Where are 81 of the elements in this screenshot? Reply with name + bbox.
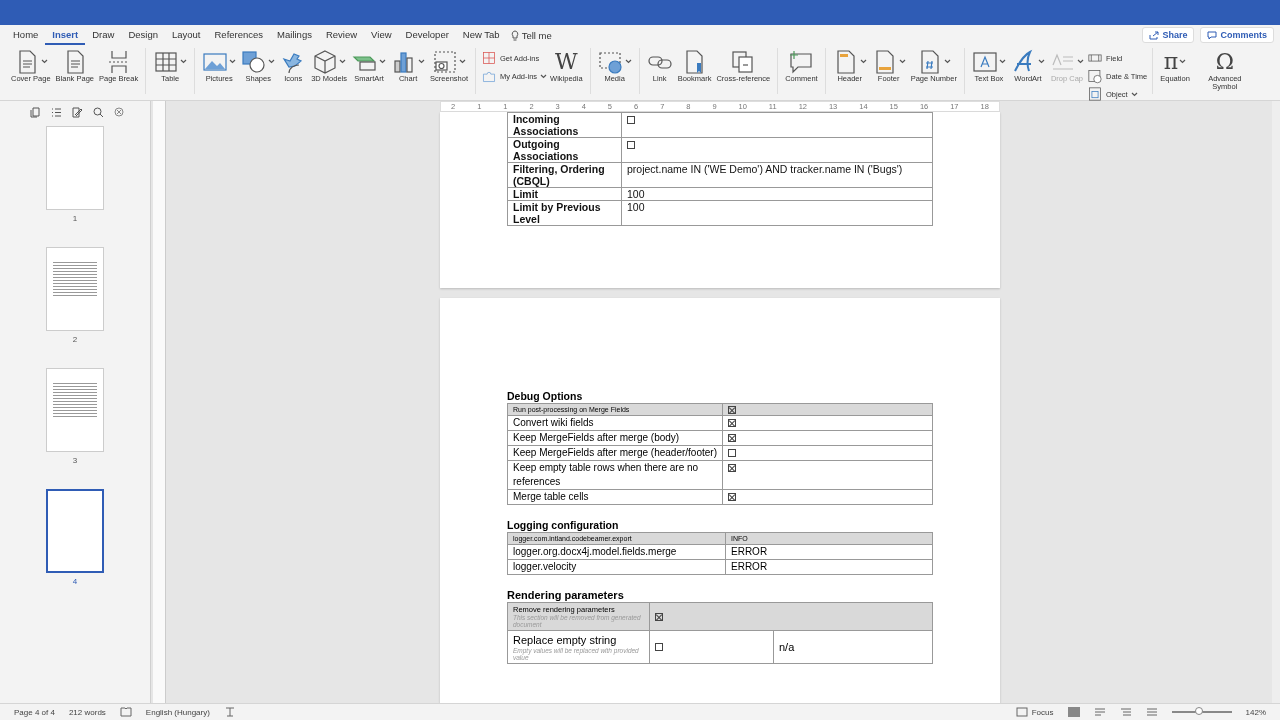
- symbol-glyph: Ω: [1215, 48, 1234, 75]
- table-cell: Limit by Previous Level: [507, 200, 622, 226]
- symbol-glyph: π: [1163, 48, 1179, 75]
- page-number: 1: [72, 214, 78, 223]
- zoom-percent[interactable]: 142%: [1245, 707, 1266, 717]
- comment-icon: [788, 48, 815, 75]
- checkbox[interactable]: [728, 449, 736, 458]
- page-thumbnail[interactable]: [46, 489, 104, 573]
- zoom-slider-thumb[interactable]: [1194, 707, 1203, 715]
- checkbox[interactable]: [655, 613, 663, 622]
- page-number: 2: [72, 335, 78, 344]
- checkbox[interactable]: [728, 406, 736, 415]
- ribbon-tab[interactable]: Review: [318, 25, 365, 45]
- share-button[interactable]: Share: [1142, 27, 1195, 43]
- ribbon-tab[interactable]: New Tab: [455, 25, 507, 45]
- checkbox[interactable]: [728, 464, 736, 473]
- ribbon-tab[interactable]: View: [364, 25, 399, 45]
- ribbon-tab[interactable]: Design: [121, 25, 165, 45]
- checkbox[interactable]: [728, 434, 736, 443]
- outline-icon[interactable]: [51, 107, 62, 118]
- checkbox[interactable]: [655, 643, 663, 652]
- table-cell: Incoming Associations: [507, 112, 622, 138]
- ribbon-tab[interactable]: Developer: [398, 25, 456, 45]
- thumbnails-icon[interactable]: [30, 107, 41, 118]
- language[interactable]: English (Hungary): [145, 707, 210, 717]
- calendar-clock-icon: [1086, 68, 1103, 84]
- section-heading: Logging configuration: [507, 519, 620, 531]
- draft-view-icon[interactable]: [1145, 707, 1158, 717]
- section-heading: Debug Options: [507, 390, 584, 402]
- page-number: 4: [72, 577, 78, 586]
- checkbox[interactable]: [627, 116, 635, 125]
- ribbon-tab[interactable]: Mailings: [270, 25, 319, 45]
- share-icon: [1149, 30, 1160, 40]
- focus-icon[interactable]: [1015, 707, 1028, 717]
- table-cell: Filtering, Ordering (CBQL): [507, 162, 622, 188]
- checkbox[interactable]: [728, 419, 736, 428]
- table-cell: Keep MergeFields after merge (body): [507, 430, 723, 446]
- comment-icon: [1207, 30, 1218, 40]
- outline-view-icon[interactable]: [1119, 707, 1132, 717]
- track-changes-icon[interactable]: [223, 707, 236, 717]
- comments-button[interactable]: Comments: [1200, 27, 1274, 43]
- ribbon-tab[interactable]: Draw: [85, 25, 122, 45]
- scroll-bar[interactable]: [1272, 101, 1280, 703]
- table-cell: Keep MergeFields after merge (header/footer): [507, 445, 723, 461]
- page-number: 3: [72, 456, 78, 465]
- symbol-glyph: W: [555, 48, 578, 75]
- table-cell: 100: [621, 200, 933, 226]
- table-cell: ERROR: [725, 544, 933, 560]
- table-cell: ERROR: [725, 559, 933, 575]
- focus-button[interactable]: Focus: [1031, 707, 1054, 717]
- table-cell: logger.velocity: [507, 559, 726, 575]
- page-count: Page 4 of 4: [14, 707, 55, 717]
- checkbox[interactable]: [627, 141, 635, 150]
- print-layout-icon[interactable]: [1067, 707, 1080, 717]
- ribbon-tab[interactable]: Home: [6, 25, 46, 45]
- table-cell: n/a: [773, 630, 933, 664]
- cube-icon: [312, 48, 339, 75]
- search-icon[interactable]: [93, 107, 104, 118]
- ribbon-tab[interactable]: Layout: [164, 25, 208, 45]
- table-cell: project.name IN ('WE Demo') AND tracker.name IN ('Bugs'): [621, 162, 933, 188]
- section-heading: Rendering parameters: [507, 589, 625, 601]
- camera-icon: [432, 48, 458, 75]
- object-icon: [1086, 86, 1103, 102]
- edit-icon[interactable]: [72, 107, 83, 118]
- tell-me-search[interactable]: Tell me: [510, 29, 552, 41]
- table-cell: Convert wiki fields: [507, 415, 723, 431]
- table-cell: Limit: [507, 187, 622, 201]
- word-count: 212 words: [68, 707, 106, 717]
- proofing-book-icon[interactable]: [119, 707, 132, 717]
- close-icon[interactable]: [114, 107, 124, 117]
- table-cell: 100: [621, 187, 933, 201]
- table-cell-text: Replace empty string: [513, 634, 618, 647]
- table-cell: Merge table cells: [507, 489, 723, 505]
- ribbon-tab[interactable]: References: [207, 25, 271, 45]
- table-cell: Outgoing Associations: [507, 137, 622, 163]
- table-cell: logger.org.docx4j.model.fields.merge: [507, 544, 726, 560]
- web-layout-icon[interactable]: [1093, 707, 1106, 717]
- checkbox[interactable]: [728, 493, 736, 502]
- shapes-icon: [241, 48, 268, 75]
- table-cell: Keep empty table rows when there are no references: [507, 460, 723, 490]
- lightbulb-icon: [510, 29, 519, 41]
